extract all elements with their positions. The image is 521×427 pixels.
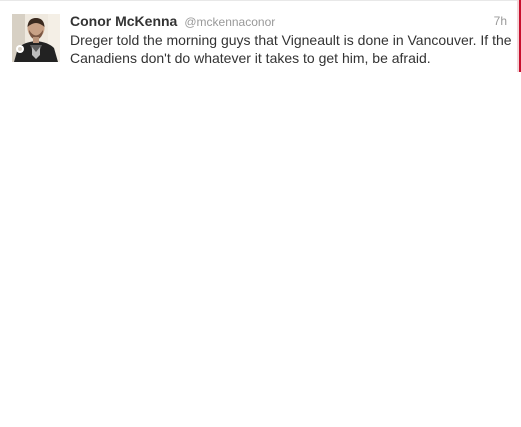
tweet-text: Dreger told the morning guys that Vignea… [70, 32, 512, 66]
author-username[interactable]: @mckennaconor [184, 15, 275, 29]
author-fullname[interactable]: Conor McKenna [70, 13, 177, 29]
top-divider [0, 0, 517, 4]
tweet-timestamp[interactable]: 7h [494, 13, 507, 29]
tweet-card[interactable]: Conor McKenna @mckennaconor 7h Dreger tol… [0, 0, 521, 427]
avatar[interactable] [12, 14, 60, 62]
tweet-header: Conor McKenna @mckennaconor [70, 12, 275, 32]
avatar-photo-icon [12, 14, 60, 62]
